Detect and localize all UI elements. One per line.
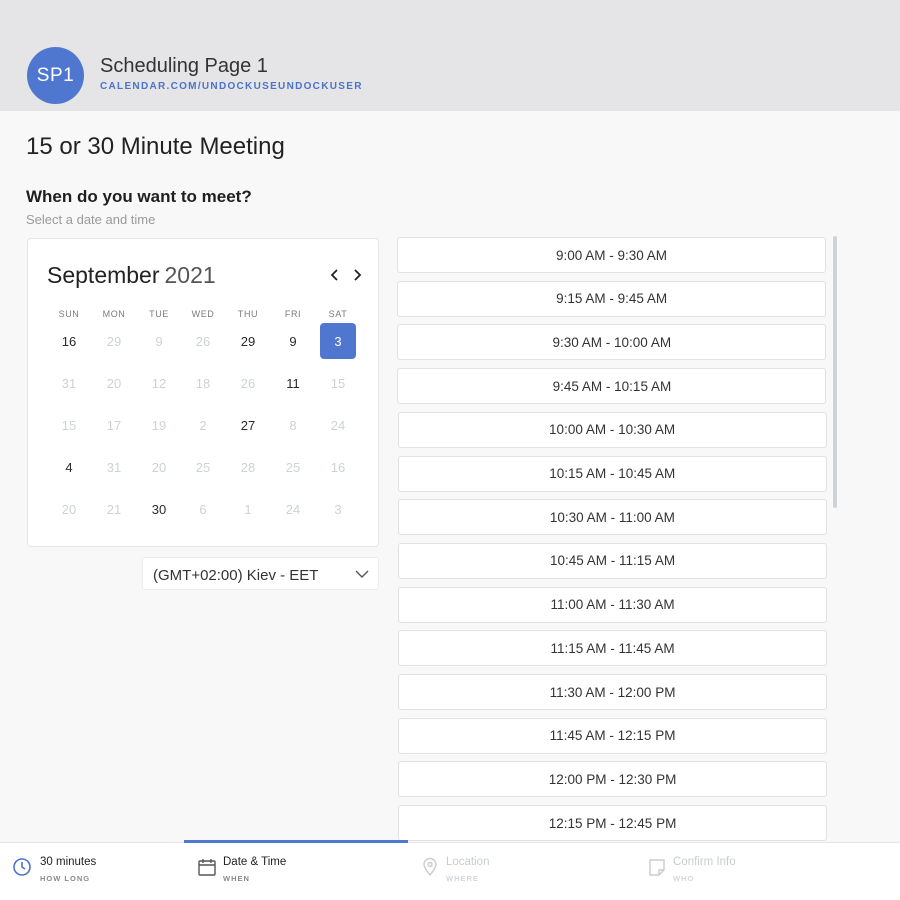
step-progress-indicator <box>184 840 408 843</box>
chevron-right-icon <box>354 269 362 281</box>
calendar-day: 25 <box>195 459 211 475</box>
calendar-day: 3 <box>334 501 342 517</box>
calendar-day: 16 <box>330 459 346 475</box>
calendar-day: 17 <box>106 417 122 433</box>
time-slot-button[interactable]: 9:00 AM - 9:30 AM <box>397 237 826 273</box>
time-slot-button[interactable]: 11:30 AM - 12:00 PM <box>398 674 828 710</box>
weekday-header: THU <box>237 309 259 319</box>
time-slot-button[interactable]: 10:15 AM - 10:45 AM <box>397 455 827 492</box>
time-slot-button[interactable]: 12:15 PM - 12:45 PM <box>398 805 828 842</box>
when-heading: When do you want to meet? <box>26 187 252 206</box>
calendar-month-label: September 2021 <box>47 262 216 289</box>
calendar-year: 2021 <box>164 262 216 288</box>
time-slot-button[interactable]: 9:30 AM - 10:00 AM <box>397 324 827 361</box>
time-slot-button[interactable]: 10:00 AM - 10:30 AM <box>397 411 827 448</box>
calendar-day: 26 <box>240 375 256 391</box>
step-label: Date & Time <box>223 856 287 868</box>
calendar-icon <box>198 859 216 876</box>
step-label: 30 minutes <box>40 856 97 868</box>
calendar-day[interactable]: 29 <box>230 323 266 359</box>
chevron-down-icon <box>355 570 369 578</box>
calendar-day: 20 <box>151 459 167 475</box>
calendar-day: 15 <box>61 417 77 433</box>
calendar-day: 1 <box>244 501 252 517</box>
calendar-day: 31 <box>106 459 122 475</box>
step-label: Confirm Info <box>673 856 736 868</box>
weekday-header: MON <box>102 309 126 319</box>
step-label: Location <box>446 856 490 868</box>
step-who[interactable]: Confirm Info WHO <box>647 843 847 900</box>
calendar-day: 20 <box>106 375 122 391</box>
page-header: SP1 Scheduling Page 1 CALENDAR.COM/UNDOC… <box>0 0 900 111</box>
time-slot-button[interactable]: 11:45 AM - 12:15 PM <box>398 717 828 754</box>
calendar-day: 31 <box>61 375 77 391</box>
step-when[interactable]: Date & Time WHEN <box>197 843 397 900</box>
weekday-header: FRI <box>284 309 302 319</box>
time-slot-button[interactable]: 10:45 AM - 11:15 AM <box>398 542 828 579</box>
step-where[interactable]: Location WHERE <box>420 843 620 900</box>
step-sublabel: WHERE <box>446 874 479 883</box>
calendar-card: September 2021 SUN MON TUE WED THU FRI SAT 16 29 9… <box>27 238 379 547</box>
time-slot-button[interactable]: 12:00 PM - 12:30 PM <box>398 761 828 798</box>
calendar-day: 24 <box>330 417 346 433</box>
calendar-day: 18 <box>195 375 211 391</box>
calendar-month: September <box>47 262 160 288</box>
time-slot-button[interactable]: 9:45 AM - 10:15 AM <box>397 368 827 405</box>
timezone-select[interactable]: (GMT+02:00) Kiev - EET <box>142 557 379 590</box>
scheduling-page-name: Scheduling Page 1 <box>100 55 268 77</box>
calendar-day[interactable]: 4 <box>51 449 87 485</box>
when-subtitle: Select a date and time <box>26 212 156 227</box>
calendar-day-selected[interactable]: 3 <box>320 323 356 359</box>
calendar-day[interactable]: 9 <box>275 323 311 359</box>
calendar-day: 15 <box>330 375 346 391</box>
calendar-day: 28 <box>240 459 256 475</box>
chevron-left-icon <box>330 269 338 281</box>
calendar-day[interactable]: 16 <box>51 323 87 359</box>
time-slot-button[interactable]: 9:15 AM - 9:45 AM <box>397 280 827 317</box>
calendar-day: 2 <box>199 417 207 433</box>
meeting-title: 15 or 30 Minute Meeting <box>26 133 285 160</box>
calendar-day: 20 <box>61 501 77 517</box>
scheduling-page-url[interactable]: CALENDAR.COM/UNDOCKUSEUNDOCKUSER <box>100 81 363 92</box>
calendar-day[interactable]: 30 <box>141 491 177 527</box>
calendar-day: 6 <box>199 501 207 517</box>
time-slot-scrollbar[interactable] <box>833 236 837 508</box>
calendar-day: 12 <box>151 375 167 391</box>
note-icon <box>649 859 665 876</box>
time-slot-button[interactable]: 11:15 AM - 11:45 AM <box>398 630 828 667</box>
step-sublabel: WHEN <box>223 874 250 883</box>
avatar: SP1 <box>27 47 84 104</box>
calendar-day: 21 <box>106 501 122 517</box>
calendar-day: 26 <box>195 333 211 349</box>
time-slot-button[interactable]: 10:30 AM - 11:00 AM <box>397 499 827 536</box>
calendar-day: 8 <box>289 417 297 433</box>
calendar-day: 9 <box>155 333 163 349</box>
clock-icon <box>13 858 31 876</box>
time-slot-button[interactable]: 11:00 AM - 11:30 AM <box>398 586 828 623</box>
location-pin-icon <box>423 857 437 877</box>
weekday-header: WED <box>191 309 215 319</box>
booking-steps-bar: 30 minutes HOW LONG Date & Time WHEN Loc… <box>0 842 900 900</box>
step-sublabel: WHO <box>673 874 695 883</box>
step-sublabel: HOW LONG <box>40 874 91 883</box>
timezone-value: (GMT+02:00) Kiev - EET <box>153 567 319 584</box>
previous-month-button[interactable] <box>327 266 343 284</box>
calendar-day[interactable]: 11 <box>275 365 311 401</box>
calendar-day: 24 <box>285 501 301 517</box>
calendar-day: 25 <box>285 459 301 475</box>
calendar-day: 19 <box>151 417 167 433</box>
next-month-button[interactable] <box>349 266 365 284</box>
weekday-header: TUE <box>149 309 169 319</box>
weekday-header: SAT <box>328 309 348 319</box>
step-how-long[interactable]: 30 minutes HOW LONG <box>12 843 182 900</box>
weekday-header: SUN <box>58 309 80 319</box>
calendar-day[interactable]: 27 <box>230 407 266 443</box>
calendar-day: 29 <box>106 333 122 349</box>
